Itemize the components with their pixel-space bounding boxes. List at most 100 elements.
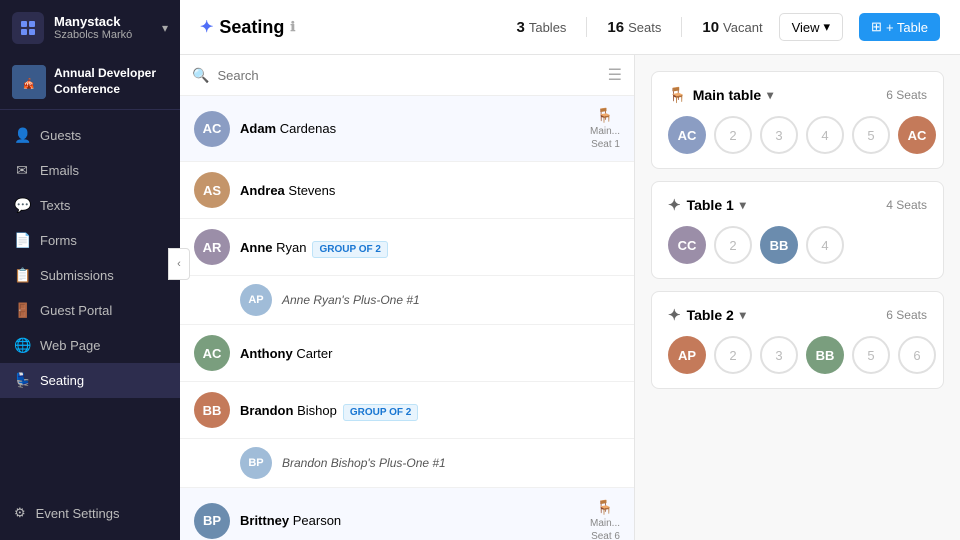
seat-circle[interactable]: 2: [714, 226, 752, 264]
seat-number: 3: [775, 128, 782, 143]
list-view-icon[interactable]: ☰: [608, 65, 622, 85]
app-name-block: Manystack Szabolcs Markó: [54, 14, 152, 41]
table-card-table1: ✦Table 1▾4 SeatsCC2BB4: [651, 181, 944, 279]
sidebar-collapse-button[interactable]: ‹: [168, 248, 190, 280]
sidebar-item-texts[interactable]: 💬 Texts: [0, 188, 180, 223]
table-icon: ✦: [668, 306, 681, 324]
guest-row[interactable]: ARAnne RyanGROUP OF 2: [180, 219, 634, 276]
view-button[interactable]: View ▾: [779, 13, 843, 41]
plus-one-name: Anne Ryan's Plus-One #1: [282, 293, 420, 307]
seat-circle[interactable]: 3: [760, 116, 798, 154]
guest-avatar: AC: [194, 335, 230, 371]
sidebar-item-guest-portal[interactable]: 🚪 Guest Portal: [0, 293, 180, 328]
seat-circle[interactable]: AC: [668, 116, 706, 154]
top-bar-chevron-icon[interactable]: ▾: [162, 21, 168, 35]
sidebar-item-guests-label: Guests: [40, 128, 81, 143]
table-title[interactable]: ✦ Table 2 ▾: [668, 306, 746, 324]
plus-one-row[interactable]: BPBrandon Bishop's Plus-One #1: [180, 439, 634, 488]
guest-avatar: AS: [194, 172, 230, 208]
sidebar-item-web-page[interactable]: 🌐 Web Page: [0, 328, 180, 363]
table-title[interactable]: ✦Table 1▾: [668, 196, 746, 214]
header: ✦ Seating ℹ 3 Tables 16 Seats 10 Vacant …: [180, 0, 960, 55]
table-collapse-icon[interactable]: ▾: [740, 308, 746, 322]
seat-circle[interactable]: BB: [806, 336, 844, 374]
sidebar-item-guests[interactable]: 👤 Guests: [0, 118, 180, 153]
guest-name: Brittney Pearson: [240, 513, 580, 528]
sidebar-bottom: ⚙ Event Settings: [0, 486, 180, 540]
table-collapse-icon[interactable]: ▾: [767, 88, 773, 102]
sidebar-item-seating[interactable]: 💺 Seating: [0, 363, 180, 398]
seat-circle[interactable]: BB: [760, 226, 798, 264]
table-card-header: ✦Table 2▾6 Seats: [668, 306, 927, 324]
seating-icon: 💺: [14, 372, 30, 389]
vacant-count: 10: [702, 19, 719, 36]
seat-circle[interactable]: 4: [806, 226, 844, 264]
app-name: Manystack: [54, 14, 152, 29]
plus-one-avatar: AP: [240, 284, 272, 316]
add-table-button[interactable]: ⊞ + Table: [859, 13, 940, 41]
seat-number: 4: [821, 128, 828, 143]
seat-circle[interactable]: 5: [852, 116, 890, 154]
seat-circle[interactable]: 5: [852, 336, 890, 374]
guest-row[interactable]: AC Anthony Carter: [180, 325, 634, 382]
guest-panel: 🔍 ☰ ACAdam Cardenas🪑Main...Seat 1 AS Andre…: [180, 55, 635, 540]
search-bar: 🔍 ☰: [180, 55, 634, 96]
sidebar-item-submissions[interactable]: 📋 Submissions: [0, 258, 180, 293]
seat-circle[interactable]: AC: [898, 116, 936, 154]
vacant-label: Vacant: [723, 20, 763, 35]
search-input[interactable]: [217, 68, 599, 83]
tables-count: 3: [517, 19, 525, 36]
plus-one-row[interactable]: AP Anne Ryan's Plus-One #1: [180, 276, 634, 325]
seat-circle[interactable]: 2: [714, 336, 752, 374]
add-table-label: + Table: [886, 20, 928, 35]
sidebar-item-emails[interactable]: ✉ Emails: [0, 153, 180, 188]
sidebar-item-web-page-label: Web Page: [40, 338, 100, 353]
seat-circle[interactable]: 4: [806, 116, 844, 154]
seat-number: 5: [867, 128, 874, 143]
guest-name: Anne RyanGROUP OF 2: [240, 240, 620, 255]
guest-avatar: BP: [194, 503, 230, 539]
table-name: Table 2: [687, 307, 734, 323]
seat-number: 2: [729, 348, 736, 363]
guest-avatar-seat: AC: [678, 128, 697, 143]
guest-name: Anthony Carter: [240, 346, 620, 361]
seats-row: CC2 BB 4: [668, 226, 927, 264]
seat-circle[interactable]: 2: [714, 116, 752, 154]
event-title: Annual Developer Conference: [54, 66, 168, 97]
guest-name: Andrea Stevens: [240, 183, 620, 198]
stat-divider-2: [681, 17, 682, 37]
main-area: ✦ Seating ℹ 3 Tables 16 Seats 10 Vacant …: [180, 0, 960, 540]
guest-row[interactable]: BP Brittney Pearson 🪑Main...Seat 6: [180, 488, 634, 540]
seat-number: 3: [775, 348, 782, 363]
search-icon: 🔍: [192, 67, 209, 84]
table-title[interactable]: 🪑Main table▾: [668, 86, 773, 104]
seat-assignment: 🪑Main...Seat 6: [590, 498, 620, 540]
guest-avatar-seat: BB: [816, 348, 835, 363]
guest-name: Brandon BishopGROUP OF 2: [240, 403, 620, 418]
sidebar: 🎪 Annual Developer Conference 👤 Guests ✉…: [0, 0, 180, 540]
svg-text:🎪: 🎪: [23, 77, 35, 90]
plus-one-avatar: BP: [240, 447, 272, 479]
stat-divider-1: [586, 17, 587, 37]
guest-row[interactable]: BBBrandon BishopGROUP OF 2: [180, 382, 634, 439]
seat-circle[interactable]: 6: [898, 336, 936, 374]
table-name: Table 1: [687, 197, 734, 213]
table-collapse-icon[interactable]: ▾: [740, 198, 746, 212]
guest-portal-icon: 🚪: [14, 302, 30, 319]
table-card-header: ✦Table 1▾4 Seats: [668, 196, 927, 214]
guest-row[interactable]: ACAdam Cardenas🪑Main...Seat 1: [180, 96, 634, 162]
table-panel: 🪑Main table▾6 SeatsAC2345AC✦Table 1▾4 Se…: [635, 55, 960, 540]
seat-circle[interactable]: 3: [760, 336, 798, 374]
sidebar-item-event-settings[interactable]: ⚙ Event Settings: [14, 496, 166, 530]
tables-stat: 3 Tables: [517, 19, 567, 36]
sidebar-item-forms[interactable]: 📄 Forms: [0, 223, 180, 258]
sidebar-event[interactable]: 🎪 Annual Developer Conference: [0, 55, 180, 110]
submissions-icon: 📋: [14, 267, 30, 284]
seat-circle[interactable]: AP: [668, 336, 706, 374]
guest-row[interactable]: AS Andrea Stevens: [180, 162, 634, 219]
guest-avatar-seat: AP: [678, 348, 696, 363]
seat-circle[interactable]: CC: [668, 226, 706, 264]
seats-label: Seats: [628, 20, 661, 35]
guest-avatar-seat: BB: [770, 238, 789, 253]
page-info-icon[interactable]: ℹ: [290, 19, 295, 35]
